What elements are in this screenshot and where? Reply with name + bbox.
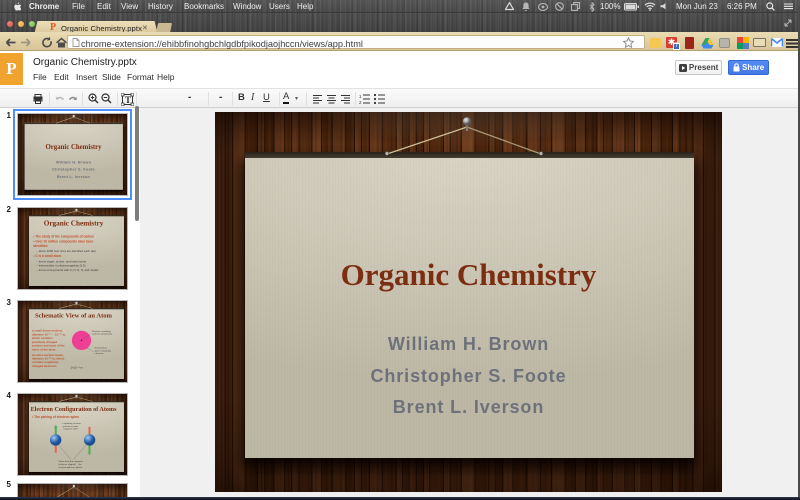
svg-text:T: T: [125, 95, 131, 105]
svg-text:1: 1: [359, 94, 362, 99]
svg-text:2: 2: [359, 100, 362, 104]
